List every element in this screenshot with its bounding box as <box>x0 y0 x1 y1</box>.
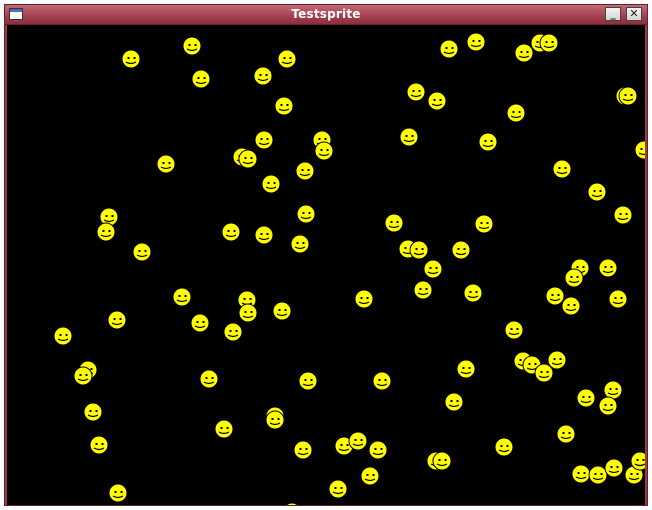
smiley-sprite-icon <box>121 49 141 69</box>
smiley-sprite-icon <box>53 326 73 346</box>
smiley-sprite-icon <box>451 240 471 260</box>
smiley-sprite-icon <box>588 465 608 485</box>
smiley-sprite-icon <box>427 91 447 111</box>
smiley-sprite-icon <box>545 286 565 306</box>
smiley-sprite-icon <box>360 466 380 486</box>
smiley-sprite-icon <box>132 242 152 262</box>
smiley-sprite-icon <box>277 49 297 69</box>
smiley-sprite-icon <box>608 289 628 309</box>
smiley-sprite-icon <box>73 366 93 386</box>
smiley-sprite-icon <box>618 86 638 106</box>
smiley-sprite-icon <box>108 483 128 503</box>
smiley-sprite-icon <box>504 320 524 340</box>
smiley-sprite-icon <box>439 39 459 59</box>
smiley-sprite-icon <box>494 437 514 457</box>
sprite-canvas <box>7 25 645 505</box>
smiley-sprite-icon <box>368 440 388 460</box>
smiley-sprite-icon <box>587 182 607 202</box>
minimize-button[interactable]: _ <box>605 7 621 21</box>
smiley-sprite-icon <box>191 69 211 89</box>
smiley-sprite-icon <box>223 322 243 342</box>
smiley-sprite-icon <box>290 234 310 254</box>
smiley-sprite-icon <box>354 289 374 309</box>
smiley-sprite-icon <box>182 36 202 56</box>
smiley-sprite-icon <box>564 268 584 288</box>
smiley-sprite-icon <box>576 388 596 408</box>
smiley-sprite-icon <box>539 33 559 53</box>
smiley-sprite-icon <box>547 350 567 370</box>
smiley-sprite-icon <box>221 222 241 242</box>
smiley-sprite-icon <box>598 396 618 416</box>
sprite-layer <box>53 32 645 505</box>
smiley-sprite-icon <box>295 161 315 181</box>
smiley-sprite-icon <box>423 259 443 279</box>
smiley-sprite-icon <box>372 371 392 391</box>
smiley-sprite-icon <box>254 225 274 245</box>
smiley-sprite-icon <box>328 479 348 499</box>
smiley-sprite-icon <box>214 419 234 439</box>
smiley-sprite-icon <box>634 140 645 160</box>
smiley-sprite-icon <box>406 82 426 102</box>
smiley-sprite-icon <box>571 464 591 484</box>
smiley-sprite-icon <box>613 205 633 225</box>
smiley-sprite-icon <box>478 132 498 152</box>
smiley-sprite-icon <box>89 435 109 455</box>
smiley-sprite-icon <box>413 280 433 300</box>
smiley-sprite-icon <box>293 440 313 460</box>
smiley-sprite-icon <box>552 159 572 179</box>
smiley-sprite-icon <box>265 410 285 430</box>
smiley-sprite-icon <box>298 371 318 391</box>
smiley-sprite-icon <box>506 103 526 123</box>
title-bar[interactable]: Testsprite _ ✕ <box>5 5 647 25</box>
smiley-sprite-icon <box>107 310 127 330</box>
window-title: Testsprite <box>291 7 361 21</box>
smiley-sprite-icon <box>603 380 623 400</box>
smiley-sprite-icon <box>83 402 103 422</box>
smiley-sprite-icon <box>285 502 299 505</box>
smiley-sprite-icon <box>466 32 486 52</box>
smiley-sprite-icon <box>190 313 210 333</box>
smiley-sprite-icon <box>474 214 494 234</box>
app-window: Testsprite _ ✕ <box>4 4 648 506</box>
smiley-sprite-icon <box>172 287 192 307</box>
smiley-sprite-icon <box>561 296 581 316</box>
smiley-sprite-icon <box>456 359 476 379</box>
smiley-sprite-icon <box>238 303 258 323</box>
smiley-sprite-icon <box>261 174 281 194</box>
smiley-sprite-icon <box>598 258 618 278</box>
smiley-sprite-icon <box>274 96 294 116</box>
smiley-sprite-icon <box>444 392 464 412</box>
smiley-sprite-icon <box>314 141 334 161</box>
smiley-sprite-icon <box>399 127 419 147</box>
smiley-sprite-icon <box>253 66 273 86</box>
smiley-sprite-icon <box>348 431 368 451</box>
smiley-sprite-icon <box>384 213 404 233</box>
smiley-sprite-icon <box>463 283 483 303</box>
smiley-sprite-icon <box>156 154 176 174</box>
smiley-sprite-icon <box>556 424 576 444</box>
smiley-sprite-icon <box>96 222 116 242</box>
smiley-sprite-icon <box>630 451 645 471</box>
smiley-sprite-icon <box>254 130 274 150</box>
close-button[interactable]: ✕ <box>626 7 642 21</box>
smiley-sprite-icon <box>272 301 292 321</box>
smiley-sprite-icon <box>296 204 316 224</box>
smiley-sprite-icon <box>432 451 452 471</box>
smiley-sprite-icon <box>238 149 258 169</box>
smiley-sprite-icon <box>409 240 429 260</box>
smiley-sprite-icon <box>199 369 219 389</box>
smiley-sprite-icon <box>604 458 624 478</box>
smiley-sprite-icon <box>514 43 534 63</box>
